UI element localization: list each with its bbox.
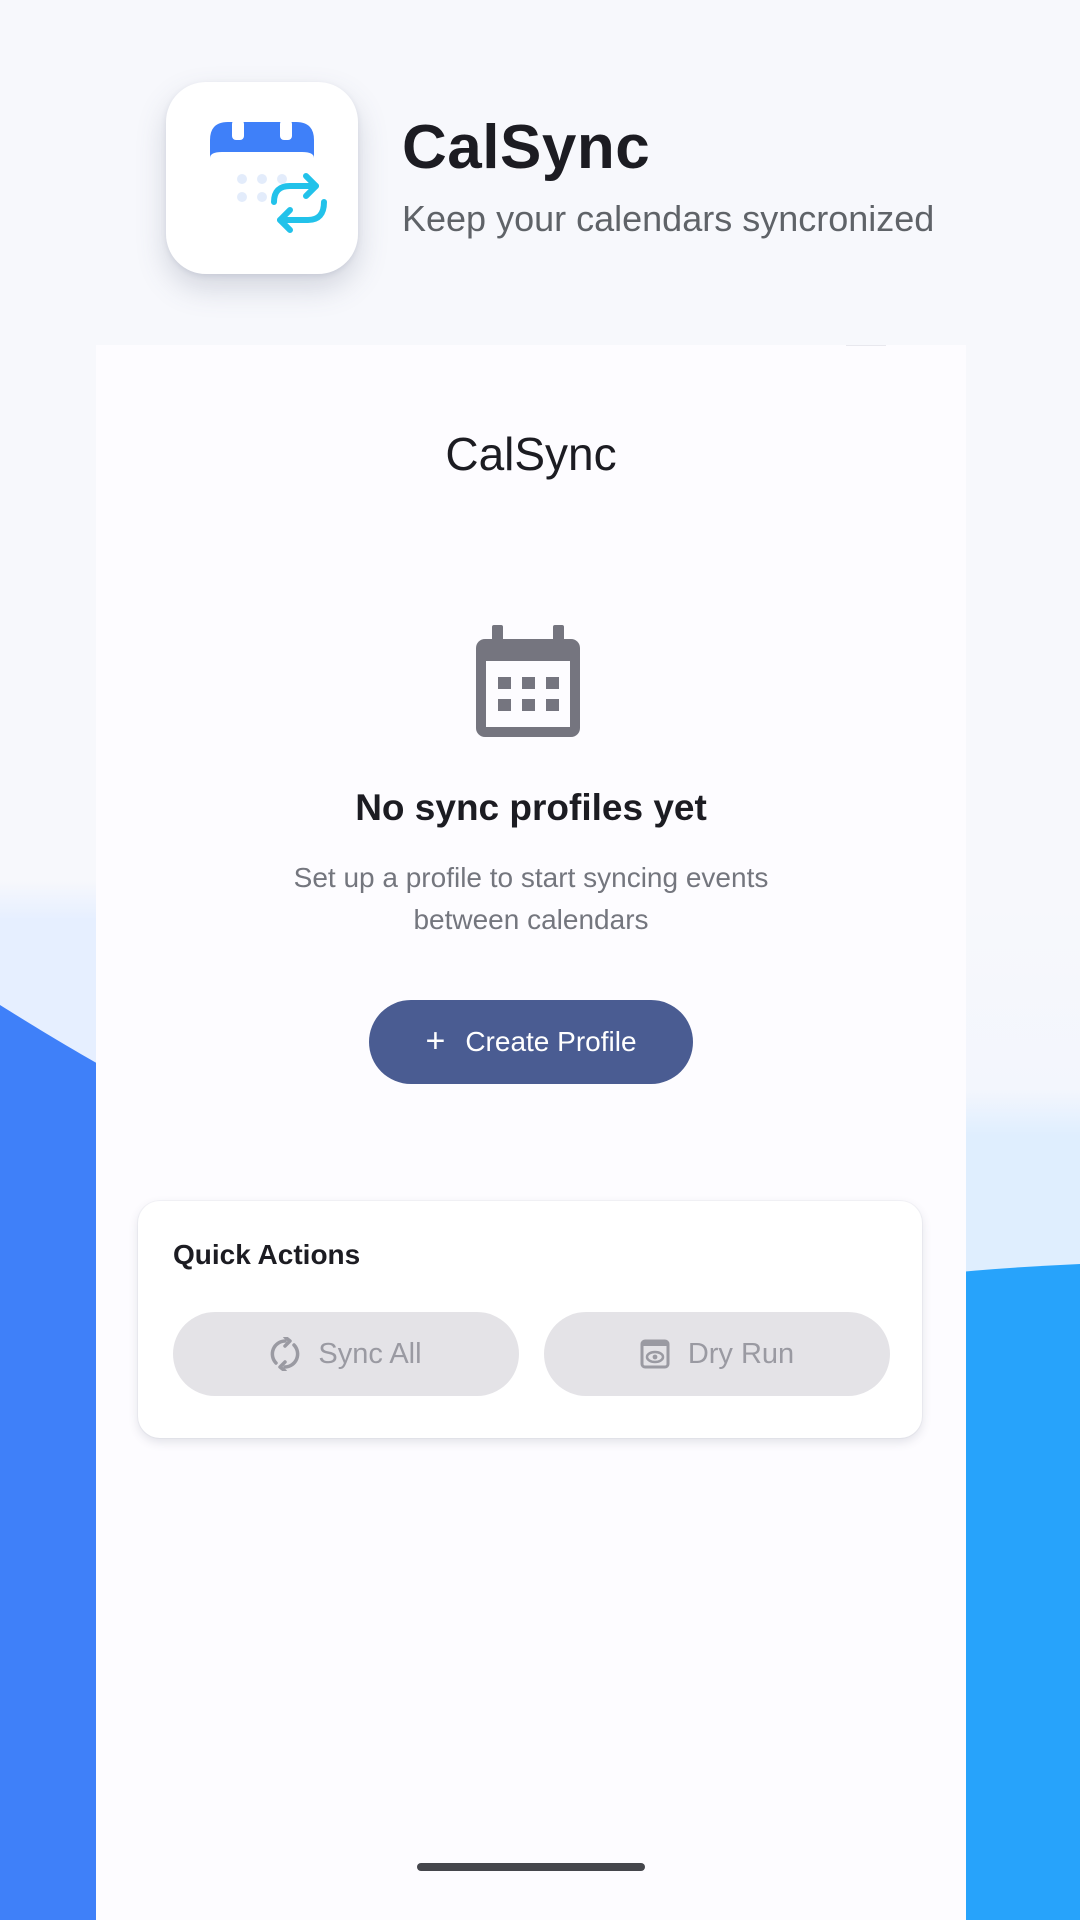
- calendar-icon: [476, 625, 580, 737]
- app-name-title: CalSync: [402, 113, 651, 182]
- quick-actions-card: Quick Actions Sync All Dry Run: [138, 1201, 922, 1438]
- sync-all-button[interactable]: Sync All: [173, 1312, 519, 1396]
- home-indicator[interactable]: [417, 1863, 645, 1871]
- quick-actions-title: Quick Actions: [173, 1239, 361, 1270]
- app-screen: CalSync No sync profiles yet Set up a pr…: [96, 345, 966, 1920]
- create-profile-label: Create Profile: [465, 1026, 637, 1057]
- empty-state-title: No sync profiles yet: [355, 787, 707, 828]
- dry-run-button[interactable]: Dry Run: [544, 1312, 890, 1396]
- create-profile-button[interactable]: + Create Profile: [369, 1000, 693, 1084]
- sync-icon: [271, 1337, 300, 1371]
- app-hero-header: CalSync Keep your calendars syncronized: [0, 0, 1080, 345]
- dry-run-label: Dry Run: [687, 1337, 795, 1370]
- preview-icon: [640, 1339, 670, 1369]
- app-bar-title: CalSync: [445, 428, 617, 480]
- app-logo: [166, 82, 358, 274]
- calendar-sync-icon: [210, 120, 327, 233]
- empty-state-description: Set up a profile to start syncing events…: [293, 862, 769, 935]
- plus-icon: +: [425, 1021, 446, 1060]
- divider: [846, 345, 886, 346]
- sync-all-label: Sync All: [318, 1337, 422, 1370]
- app-tagline: Keep your calendars syncronized: [402, 198, 935, 239]
